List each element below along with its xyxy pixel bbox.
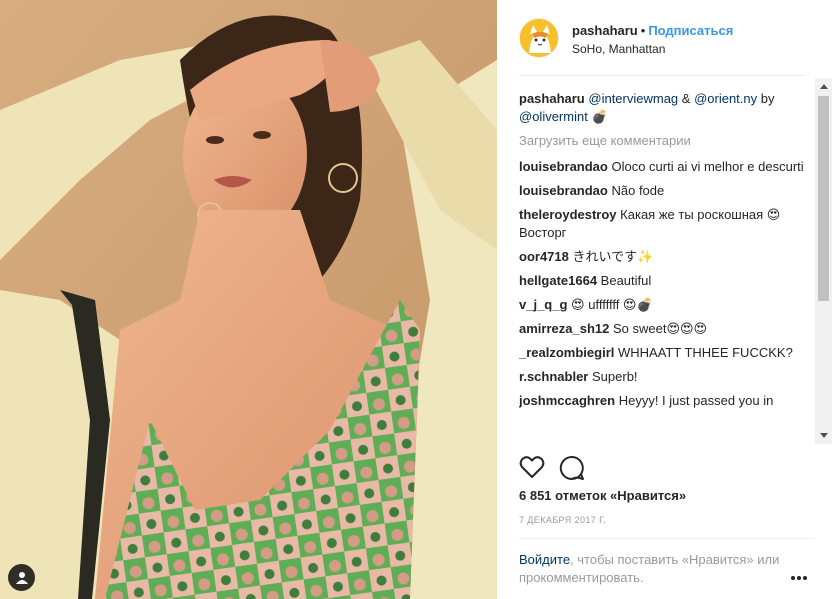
- post-photo[interactable]: [0, 0, 497, 599]
- comment-text: Oloco curti ai vi melhor e descurti: [611, 159, 804, 174]
- comment-row: joshmccaghren Heyyy! I just passed you i…: [519, 392, 815, 410]
- comment-username[interactable]: louisebrandao: [519, 183, 608, 198]
- comment-username[interactable]: louisebrandao: [519, 159, 608, 174]
- user-tag-button[interactable]: [8, 564, 35, 591]
- caption-text: by: [760, 91, 775, 106]
- mention-link[interactable]: @orient.ny: [694, 91, 757, 106]
- location-link[interactable]: SoHo, Manhattan: [572, 42, 665, 56]
- photo-illustration: [0, 0, 497, 599]
- comment-row: louisebrandao Oloco curti ai vi melhor e…: [519, 158, 815, 176]
- comments-scrollbar[interactable]: [815, 78, 832, 444]
- caption-username[interactable]: pashaharu: [519, 91, 585, 106]
- caption-text: &: [681, 91, 691, 106]
- login-prompt: Войдите, чтобы поставить «Нравится» или …: [519, 538, 815, 587]
- header-username[interactable]: pashaharu: [572, 23, 638, 38]
- caption-emoji: 💣: [591, 109, 608, 124]
- comment-icon: [559, 455, 584, 480]
- comment-username[interactable]: _realzombiegirl: [519, 345, 614, 360]
- post-header: pashaharu • Подписаться SoHo, Manhattan: [519, 18, 805, 76]
- scroll-thumb[interactable]: [818, 96, 829, 301]
- scroll-up-button[interactable]: [815, 78, 832, 95]
- comment-text: Superb!: [592, 369, 638, 384]
- comments-list[interactable]: pashaharu @interviewmag & @orient.ny by …: [519, 90, 815, 442]
- comment-username[interactable]: hellgate1664: [519, 273, 597, 288]
- comment-button[interactable]: [559, 455, 587, 483]
- comment-text: 😍 ufffffff 😍💣: [571, 297, 653, 312]
- more-options-button[interactable]: [790, 568, 808, 580]
- comment-text: Heyyy! I just passed you in: [618, 393, 774, 408]
- cat-avatar-icon: [520, 19, 558, 57]
- post-actions: [519, 455, 805, 483]
- comment-username[interactable]: amirreza_sh12: [519, 321, 609, 336]
- like-button[interactable]: [519, 455, 547, 483]
- follow-button[interactable]: Подписаться: [648, 23, 733, 38]
- likes-count[interactable]: 6 851 отметок «Нравится»: [519, 488, 686, 503]
- caption: pashaharu @interviewmag & @orient.ny by …: [519, 90, 815, 126]
- instagram-post: pashaharu • Подписаться SoHo, Manhattan pa…: [0, 0, 832, 599]
- comment-text: Não fode: [611, 183, 665, 198]
- mention-link[interactable]: @olivermint: [519, 109, 588, 124]
- scroll-down-button[interactable]: [815, 427, 832, 444]
- header-separator: •: [640, 23, 646, 38]
- comment-username[interactable]: theleroydestroy: [519, 207, 617, 222]
- comment-username[interactable]: joshmccaghren: [519, 393, 615, 408]
- comment-text: WHHAATT THHEE FUCCKK?: [618, 345, 793, 360]
- heart-icon: [519, 456, 545, 478]
- comment-username[interactable]: oor4718: [519, 249, 569, 264]
- comment-row: theleroydestroy Какая же ты роскошная 😍 …: [519, 206, 815, 242]
- comment-text: Beautiful: [600, 273, 652, 288]
- comment-text: きれいです✨: [572, 249, 654, 264]
- arrow-down-icon: [819, 433, 828, 438]
- comment-row: oor4718 きれいです✨: [519, 248, 815, 266]
- comment-username[interactable]: v_j_q_g: [519, 297, 567, 312]
- comment-rows: louisebrandao Oloco curti ai vi melhor e…: [519, 158, 815, 410]
- comment-row: v_j_q_g 😍 ufffffff 😍💣: [519, 296, 815, 314]
- post-date[interactable]: 7 ДЕКАБРЯ 2017 Г.: [519, 515, 606, 525]
- comment-row: amirreza_sh12 So sweet😍😍😍: [519, 320, 815, 338]
- login-link[interactable]: Войдите: [519, 552, 570, 567]
- comment-text: So sweet😍😍😍: [612, 321, 708, 336]
- comment-username[interactable]: r.schnabler: [519, 369, 588, 384]
- arrow-up-icon: [819, 84, 828, 89]
- comment-row: _realzombiegirl WHHAATT THHEE FUCCKK?: [519, 344, 815, 362]
- comment-row: hellgate1664 Beautiful: [519, 272, 815, 290]
- load-more-comments-button[interactable]: Загрузить еще комментарии: [519, 132, 815, 150]
- avatar[interactable]: [519, 18, 559, 58]
- comment-row: louisebrandao Não fode: [519, 182, 815, 200]
- comment-row: r.schnabler Superb!: [519, 368, 815, 386]
- post-side-panel: pashaharu • Подписаться SoHo, Manhattan pa…: [497, 0, 832, 599]
- more-options-icon: [791, 576, 807, 580]
- mention-link[interactable]: @interviewmag: [588, 91, 678, 106]
- user-tag-icon: [15, 571, 28, 584]
